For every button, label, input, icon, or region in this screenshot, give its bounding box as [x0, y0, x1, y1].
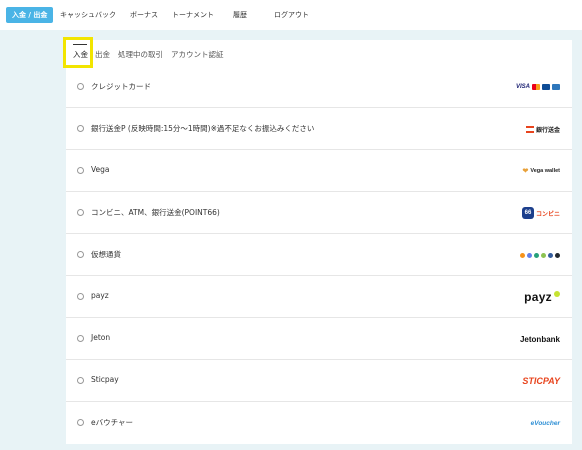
- radio-button[interactable]: [77, 335, 84, 342]
- radio-button[interactable]: [77, 83, 84, 90]
- payment-method-row[interactable]: Sticpay STICPAY: [66, 360, 572, 402]
- payment-method-label: Sticpay: [91, 375, 119, 384]
- payment-method-row[interactable]: Jeton Jetonbank: [66, 318, 572, 360]
- payz-logo: payz: [524, 290, 560, 304]
- payment-method-row[interactable]: 銀行送金P (反映時間:15分〜1時間)※過不足なくお振込みください 銀行送金: [66, 108, 572, 150]
- top-nav-bar: 入金 / 出金 キャッシュバック ボーナス トーナメント 履歴 ログアウト: [0, 0, 582, 30]
- nav-logout[interactable]: ログアウト: [274, 7, 309, 23]
- amex-icon: [552, 84, 560, 90]
- ripple-icon: [555, 252, 560, 258]
- sticpay-logo-text: STICPAY: [522, 376, 560, 386]
- payment-method-label: コンビニ、ATM、銀行送金(POINT66): [91, 208, 220, 217]
- card-brands-logo: VISA: [516, 80, 560, 94]
- payment-tabs: 入金 出金 処理中の取引 アカウント認証: [66, 40, 572, 66]
- payment-method-row[interactable]: 仮想通貨: [66, 234, 572, 276]
- payment-panel: 入金 出金 処理中の取引 アカウント認証 クレジットカード VISA 銀行送金P…: [66, 40, 572, 444]
- nav-cashback[interactable]: キャッシュバック: [60, 7, 116, 23]
- visa-icon: VISA: [515, 84, 530, 90]
- payment-method-label: クレジットカード: [91, 82, 151, 91]
- radio-button[interactable]: [77, 167, 84, 174]
- nav-history[interactable]: 履歴: [233, 7, 247, 23]
- vega-icon: ❤: [522, 168, 529, 175]
- mastercard-icon: [532, 84, 540, 90]
- jeton-logo-text: Jetonbank: [519, 334, 560, 344]
- payment-method-label: 仮想通貨: [91, 250, 121, 259]
- litecoin-icon: [548, 252, 553, 258]
- nav-tournament[interactable]: トーナメント: [172, 7, 214, 23]
- evoucher-logo-text: eVoucher: [530, 419, 560, 427]
- payment-method-label: Jeton: [91, 333, 111, 342]
- radio-button[interactable]: [77, 377, 84, 384]
- point66-badge-icon: 66: [521, 207, 534, 219]
- jcb-icon: [542, 84, 550, 90]
- payment-method-label: payz: [91, 291, 109, 300]
- radio-button[interactable]: [77, 293, 84, 300]
- payment-method-row[interactable]: Vega ❤ Vega wallet: [66, 150, 572, 192]
- payment-method-row[interactable]: コンビニ、ATM、銀行送金(POINT66) 66 コンビニ: [66, 192, 572, 234]
- bitcoin-cash-icon: [541, 252, 546, 258]
- nav-deposit-withdraw[interactable]: 入金 / 出金: [6, 7, 54, 23]
- jeton-logo: Jetonbank: [520, 332, 560, 346]
- payment-method-label: 銀行送金P (反映時間:15分〜1時間)※過不足なくお振込みください: [91, 124, 315, 133]
- radio-button[interactable]: [77, 209, 84, 216]
- nav-bonus[interactable]: ボーナス: [130, 7, 158, 23]
- vega-logo-text: Vega wallet: [530, 168, 560, 174]
- payment-method-label: Vega: [91, 165, 110, 174]
- tab-pending-transactions[interactable]: 処理中の取引: [118, 49, 163, 60]
- point66-logo: 66 コンビニ: [521, 206, 560, 220]
- payz-logo-text: payz: [524, 290, 552, 304]
- payment-method-row[interactable]: payz payz: [66, 276, 572, 318]
- evoucher-logo: eVoucher: [531, 416, 560, 430]
- radio-button[interactable]: [77, 419, 84, 426]
- payment-method-row[interactable]: eバウチャー eVoucher: [66, 402, 572, 444]
- bank-transfer-logo-text: 銀行送金: [535, 127, 560, 134]
- bitcoin-icon: [520, 252, 525, 258]
- active-tab-highlight: [63, 37, 93, 68]
- radio-button[interactable]: [77, 251, 84, 258]
- bank-transfer-logo: 銀行送金: [525, 122, 560, 136]
- tab-withdraw[interactable]: 出金: [95, 49, 110, 60]
- payment-method-row[interactable]: クレジットカード VISA: [66, 66, 572, 108]
- point66-logo-text: コンビニ: [535, 211, 560, 218]
- bank-icon: [525, 125, 534, 133]
- sticpay-logo: STICPAY: [522, 374, 560, 388]
- radio-button[interactable]: [77, 125, 84, 132]
- ethereum-icon: [527, 252, 532, 258]
- tab-account-verification[interactable]: アカウント認証: [171, 49, 224, 60]
- payz-dot-icon: [554, 291, 560, 297]
- vega-wallet-logo: ❤ Vega wallet: [522, 164, 560, 178]
- tether-icon: [534, 252, 539, 258]
- crypto-coins-logo: [520, 248, 560, 262]
- payment-method-label: eバウチャー: [91, 418, 134, 427]
